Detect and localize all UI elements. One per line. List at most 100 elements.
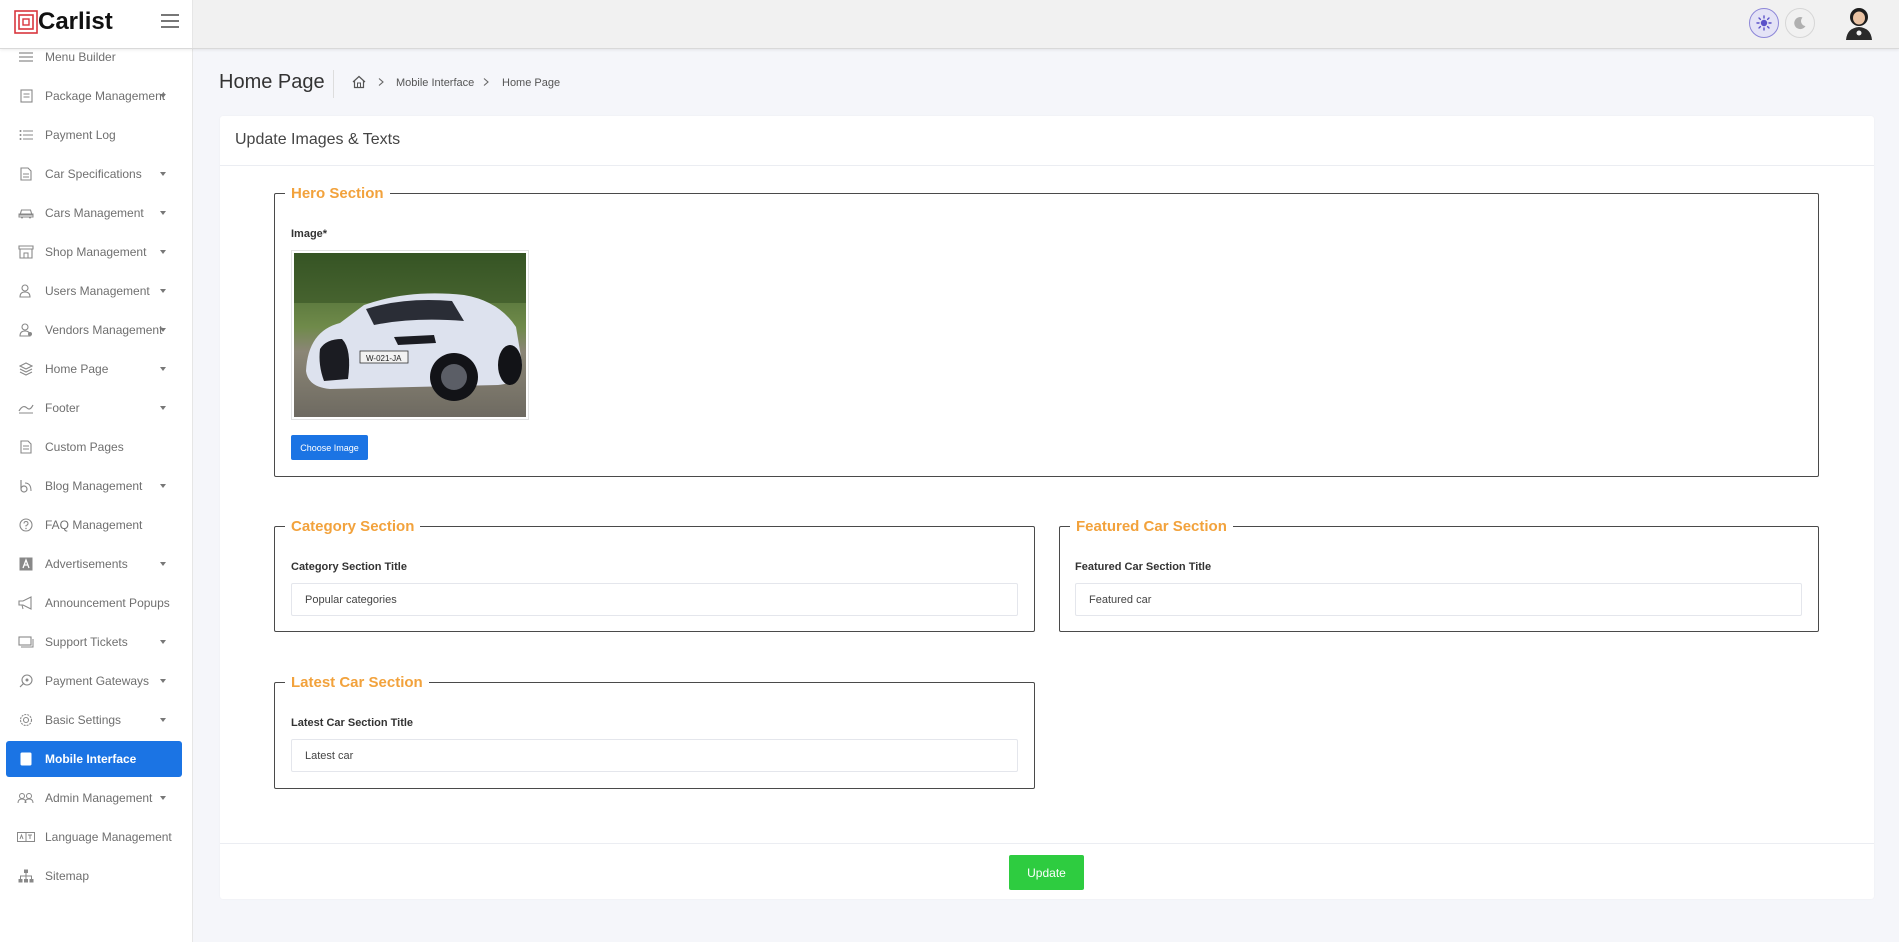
brand-name: Carlist — [38, 8, 113, 35]
sidebar-item-language-management[interactable]: Language Management — [6, 819, 182, 855]
blog-icon — [16, 476, 36, 496]
sidebar-item-shop-management[interactable]: Shop Management — [6, 234, 182, 270]
sidebar-item-payment-gateways[interactable]: Payment Gateways — [6, 663, 182, 699]
sidebar-item-car-specifications[interactable]: Car Specifications — [6, 156, 182, 192]
sidebar-item-label: Advertisements — [45, 557, 128, 571]
section-legend: Hero Section — [291, 185, 384, 202]
divider — [220, 165, 1874, 166]
sidebar-item-label: Sitemap — [45, 869, 90, 883]
section-legend: Category Section — [291, 518, 415, 535]
sidebar-item-users-management[interactable]: Users Management — [6, 273, 182, 309]
sidebar-item-sitemap[interactable]: Sitemap — [6, 858, 182, 894]
breadcrumb-item: Home Page — [502, 77, 561, 89]
sidebar-item-custom-pages[interactable]: Custom Pages — [6, 429, 182, 465]
dark-theme-button[interactable] — [1785, 8, 1815, 38]
sun-icon — [1756, 15, 1772, 31]
question-icon — [16, 515, 36, 535]
light-theme-button[interactable] — [1749, 8, 1779, 38]
sidebar-item-vendors-management[interactable]: Vendors Management — [6, 312, 182, 348]
layers-icon — [16, 359, 36, 379]
sidebar-item-label: Mobile Interface — [45, 752, 137, 766]
featured-car-title-label: Featured Car Section Title — [1075, 561, 1212, 573]
sidebar-item-support-tickets[interactable]: Support Tickets — [6, 624, 182, 660]
caret-down-icon — [160, 172, 166, 176]
settings-icon — [16, 710, 36, 730]
home-icon[interactable] — [351, 74, 367, 90]
sidebar-item-label: Package Management — [45, 89, 166, 103]
breadcrumb-item[interactable]: Mobile Interface — [396, 77, 474, 89]
sidebar-item-label: Announcement Popups — [45, 596, 170, 610]
menu-lines-icon — [16, 47, 36, 67]
sitemap-icon — [16, 866, 36, 886]
caret-down-icon — [160, 211, 166, 215]
caret-down-icon — [160, 289, 166, 293]
sidebar-item-label: Support Tickets — [45, 635, 128, 649]
language-icon — [16, 827, 36, 847]
sidebar-item-label: Cars Management — [45, 206, 144, 220]
sidebar-item-label: Menu Builder — [45, 50, 116, 64]
caret-down-icon — [160, 640, 166, 644]
sidebar-item-announcement-popups[interactable]: Announcement Popups — [6, 585, 182, 621]
shop-icon — [16, 242, 36, 262]
page-icon — [16, 437, 36, 457]
caret-down-icon — [160, 484, 166, 488]
sidebar-item-basic-settings[interactable]: Basic Settings — [6, 702, 182, 738]
ad-icon — [16, 554, 36, 574]
footer-icon — [16, 398, 36, 418]
sidebar-item-label: Language Management — [45, 830, 172, 844]
megaphone-icon — [16, 593, 36, 613]
sidebar-item-blog-management[interactable]: Blog Management — [6, 468, 182, 504]
card-title: Update Images & Texts — [235, 131, 401, 148]
list-icon — [16, 125, 36, 145]
caret-down-icon — [160, 562, 166, 566]
category-title-input[interactable] — [291, 583, 1018, 616]
latest-car-title-input[interactable] — [291, 739, 1018, 772]
sidebar-item-cars-management[interactable]: Cars Management — [6, 195, 182, 231]
document-icon — [16, 164, 36, 184]
sidebar-item-label: Shop Management — [45, 245, 147, 259]
sidebar-item-label: Blog Management — [45, 479, 143, 493]
sidebar-item-label: Payment Gateways — [45, 674, 150, 688]
mobile-icon — [16, 749, 36, 769]
sidebar-item-label: FAQ Management — [45, 518, 143, 532]
sidebar-item-label: Vendors Management — [45, 323, 163, 337]
sidebar-item-footer[interactable]: Footer — [6, 390, 182, 426]
sidebar-item-mobile-interface[interactable]: Mobile Interface — [6, 741, 182, 777]
image-label: Image* — [291, 228, 328, 240]
moon-icon — [1794, 17, 1806, 30]
gateway-icon — [16, 671, 36, 691]
chevron-right-icon — [378, 78, 384, 86]
chevron-right-icon — [483, 78, 489, 86]
featured-car-title-input[interactable] — [1075, 583, 1802, 616]
sidebar-item-label: Payment Log — [45, 128, 116, 142]
page-title: Home Page — [219, 71, 325, 93]
caret-down-icon — [160, 367, 166, 371]
caret-down-icon — [160, 718, 166, 722]
svg-text:W-021-JA: W-021-JA — [366, 354, 402, 363]
choose-image-button[interactable]: Choose Image — [291, 435, 368, 460]
caret-down-icon — [160, 94, 166, 98]
avatar[interactable] — [1843, 6, 1875, 40]
sidebar-item-admin-management[interactable]: Admin Management — [6, 780, 182, 816]
sidebar-item-label: Car Specifications — [45, 167, 142, 181]
latest-car-title-label: Latest Car Section Title — [291, 717, 414, 729]
category-title-label: Category Section Title — [291, 561, 407, 573]
caret-down-icon — [160, 406, 166, 410]
hamburger-menu-icon[interactable] — [161, 14, 179, 28]
caret-down-icon — [160, 796, 166, 800]
top-bar: Carlist — [0, 0, 1899, 49]
sidebar-item-advertisements[interactable]: Advertisements — [6, 546, 182, 582]
sidebar-item-label: Custom Pages — [45, 440, 124, 454]
sidebar-item-package-management[interactable]: Package Management — [6, 78, 182, 114]
car-image: W-021-JA — [294, 253, 526, 417]
sidebar-item-label: Basic Settings — [45, 713, 122, 727]
section-legend: Latest Car Section — [291, 674, 423, 691]
logo-icon — [14, 10, 38, 34]
caret-down-icon — [160, 679, 166, 683]
caret-down-icon — [160, 250, 166, 254]
hero-image-preview: W-021-JA — [291, 250, 529, 420]
sidebar-item-home-page[interactable]: Home Page — [6, 351, 182, 387]
sidebar-item-payment-log[interactable]: Payment Log — [6, 117, 182, 153]
sidebar-item-faq-management[interactable]: FAQ Management — [6, 507, 182, 543]
update-button[interactable]: Update — [1009, 855, 1084, 890]
